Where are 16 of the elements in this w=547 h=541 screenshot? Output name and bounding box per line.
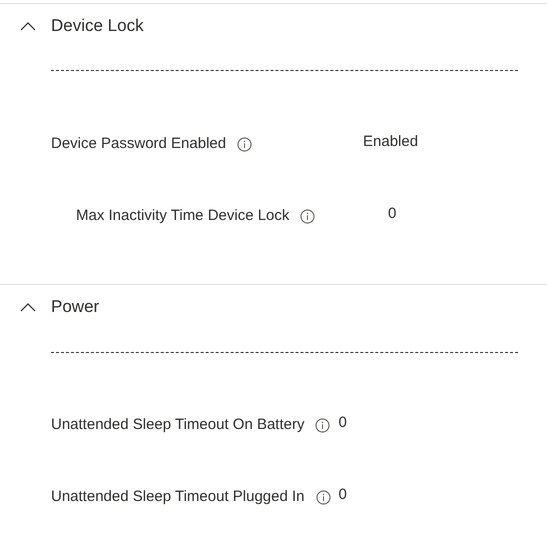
info-icon[interactable] — [300, 208, 316, 224]
section-title: Device Lock — [51, 15, 144, 38]
setting-label: Unattended Sleep Timeout Plugged In — [51, 486, 305, 507]
chevron-icon[interactable] — [20, 21, 36, 31]
setting-value: Enabled — [363, 132, 418, 152]
setting-value: 0 — [388, 204, 396, 224]
info-icon[interactable] — [315, 418, 330, 432]
setting-value: 0 — [338, 484, 347, 505]
setting-label: Max Inactivity Time Device Lock — [76, 206, 290, 226]
setting-label: Unattended Sleep Timeout On Battery — [51, 414, 304, 435]
info-icon[interactable] — [237, 136, 252, 152]
setting-value: 0 — [338, 412, 347, 433]
setting-label: Device Password Enabled — [51, 134, 226, 154]
chevron-icon[interactable] — [20, 302, 36, 312]
info-icon[interactable] — [316, 490, 331, 504]
section-title: Power — [51, 296, 100, 318]
